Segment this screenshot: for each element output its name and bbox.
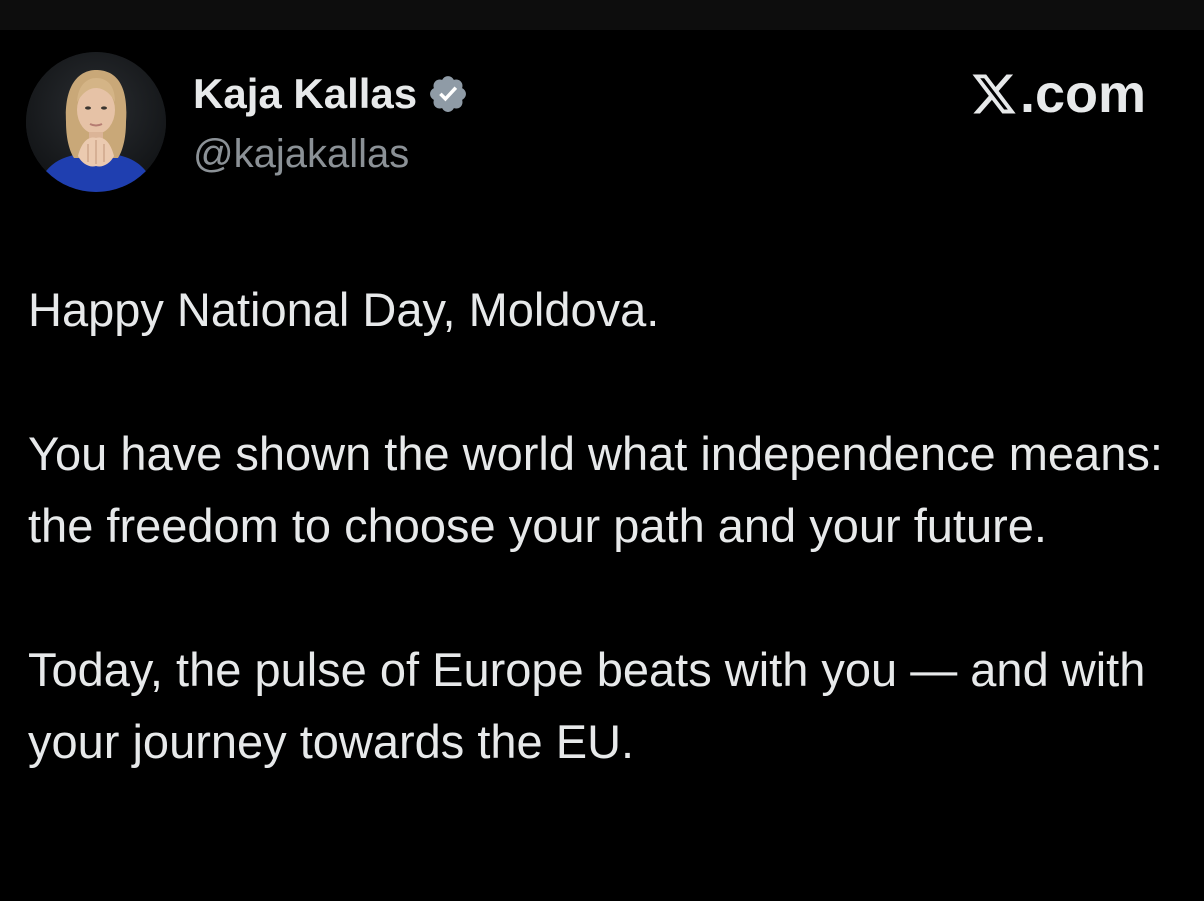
post-paragraph: Happy National Day, Moldova. xyxy=(28,283,660,336)
brand-domain-text: .com xyxy=(1019,64,1146,124)
post-paragraph: You have shown the world what independen… xyxy=(28,427,1163,552)
post-body: Happy National Day, Moldova. You have sh… xyxy=(28,274,1178,778)
avatar-photo xyxy=(26,52,166,192)
author-handle[interactable]: @kajakallas xyxy=(193,128,409,180)
post-paragraph: Today, the pulse of Europe beats with yo… xyxy=(28,643,1146,768)
author-display-name[interactable]: Kaja Kallas xyxy=(193,68,417,120)
verified-badge-icon xyxy=(427,73,469,115)
brand-watermark: .com xyxy=(970,64,1146,124)
author-name-row: Kaja Kallas xyxy=(193,68,469,120)
x-logo-icon xyxy=(970,70,1018,118)
post-header: Kaja Kallas @kajakallas .com xyxy=(0,0,1204,220)
avatar[interactable] xyxy=(26,52,166,192)
